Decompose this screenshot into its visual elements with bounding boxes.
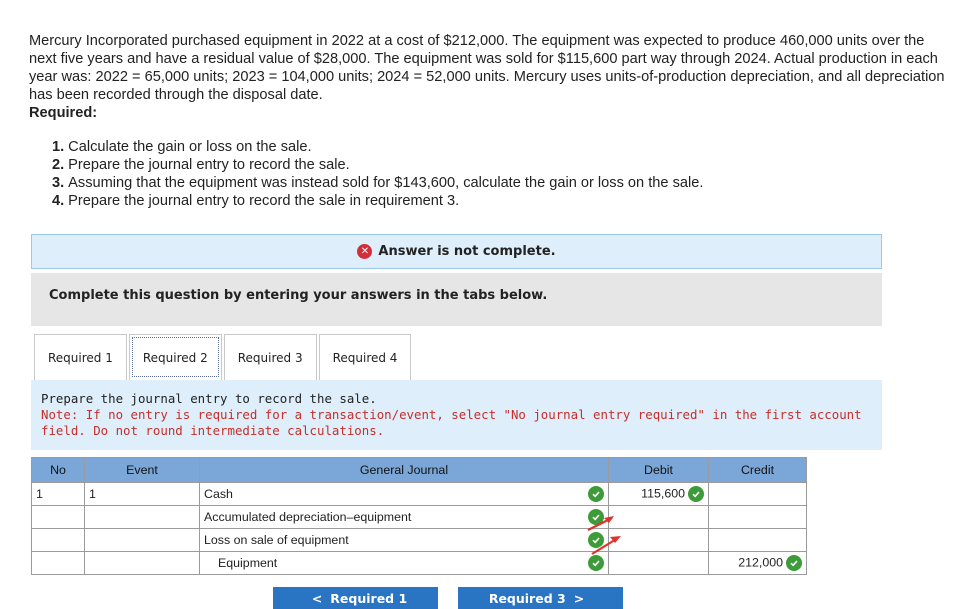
check-icon [588,486,604,502]
complete-prompt: Complete this question by entering your … [31,273,882,326]
tab-required-1[interactable]: Required 1 [34,334,127,380]
row-no: 1 [31,482,85,506]
account-select[interactable]: Cash [199,482,609,506]
answer-status-banner: ✕ Answer is not complete. [31,234,882,269]
journal-entry-table: No Event General Journal Debit Credit 1 … [31,457,807,575]
table-row: 1 1 Cash 115,600 [31,482,807,506]
table-row: Equipment 212,000 [31,551,807,575]
header-event: Event [84,457,200,483]
requirement-tabs: Required 1 Required 2 Required 3 Require… [34,334,413,380]
chevron-right-icon: > [573,590,585,606]
tab-required-4[interactable]: Required 4 [318,334,412,380]
row-event [84,505,200,529]
requirement-item: 4. Prepare the journal entry to record th… [52,193,460,209]
chevron-left-icon: < [311,590,323,606]
debit-input[interactable]: 115,600 [608,482,709,506]
requirement-item: 1. Calculate the gain or loss on the sale… [52,139,312,155]
check-icon [688,486,704,502]
table-header-row: No Event General Journal Debit Credit [31,457,807,483]
next-required-button[interactable]: Required 3 > [458,587,623,609]
requirement-item: 3. Assuming that the equipment was instea… [52,175,704,191]
row-no [31,505,85,529]
credit-input[interactable] [708,505,807,529]
answer-status-text: Answer is not complete. [378,244,556,259]
prev-required-button[interactable]: < Required 1 [273,587,438,609]
x-circle-icon: ✕ [357,244,373,259]
table-row: Loss on sale of equipment [31,528,807,552]
account-select[interactable]: Loss on sale of equipment [199,528,609,552]
required-heading: Required: [29,105,98,121]
complete-prompt-text: Complete this question by entering your … [49,288,548,303]
instruction-text: Prepare the journal entry to record the … [41,391,377,406]
header-no: No [31,457,85,483]
requirements-list: 1. Calculate the gain or loss on the sale… [52,138,912,210]
row-event [84,528,200,552]
instruction-panel: Prepare the journal entry to record the … [31,380,882,450]
problem-text: Mercury Incorporated purchased equipment… [29,33,945,103]
check-icon [786,555,802,571]
tab-required-3[interactable]: Required 3 [223,334,317,380]
tab-required-2[interactable]: Required 2 [128,334,222,380]
account-select[interactable]: Accumulated depreciation–equipment [199,505,609,529]
row-no [31,551,85,575]
problem-statement: Mercury Incorporated purchased equipment… [29,32,954,122]
instruction-note: Note: If no entry is required for a tran… [41,407,862,438]
red-arrow-annotation-icon [587,516,621,555]
table-row: Accumulated depreciation–equipment [31,505,807,529]
row-no [31,528,85,552]
credit-input[interactable] [708,528,807,552]
header-credit: Credit [708,457,807,483]
credit-input[interactable]: 212,000 [708,551,807,575]
account-select[interactable]: Equipment [199,551,609,575]
header-general-journal: General Journal [199,457,609,483]
row-event [84,551,200,575]
credit-input[interactable] [708,482,807,506]
row-event: 1 [84,482,200,506]
requirement-item: 2. Prepare the journal entry to record th… [52,157,350,173]
header-debit: Debit [608,457,709,483]
